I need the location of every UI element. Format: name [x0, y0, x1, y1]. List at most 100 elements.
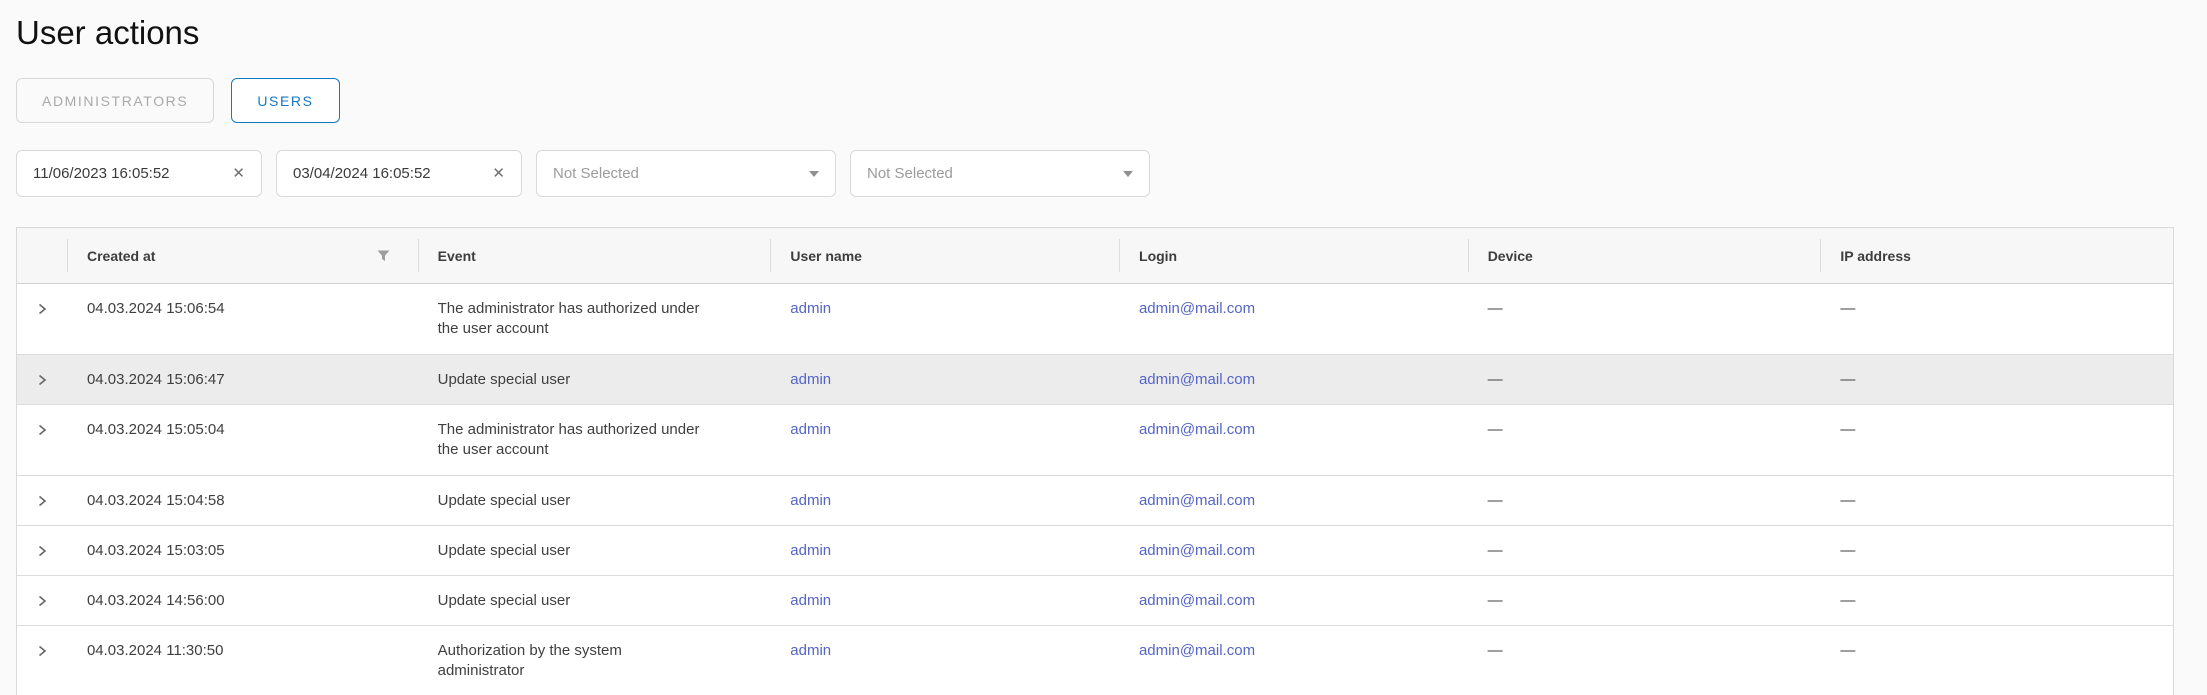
created-at-cell: 04.03.2024 14:56:00	[67, 576, 418, 625]
event-text: Update special user	[438, 541, 571, 561]
expand-cell	[17, 405, 67, 475]
chevron-right-icon	[35, 423, 49, 437]
ip-address-cell: —	[1820, 284, 2173, 354]
event-text: The administrator has authorized under t…	[438, 420, 708, 460]
table-row: 04.03.2024 15:03:05 Update special user …	[17, 526, 2173, 576]
event-cell: Update special user	[418, 476, 771, 525]
login-link[interactable]: admin@mail.com	[1139, 300, 1255, 317]
ip-address-cell: —	[1820, 576, 2173, 625]
created-at-cell: 04.03.2024 11:30:50	[67, 626, 418, 695]
ip-address-cell: —	[1820, 476, 2173, 525]
expand-row-button[interactable]	[31, 491, 53, 511]
table-row: 04.03.2024 15:04:58 Update special user …	[17, 476, 2173, 526]
table-row: 04.03.2024 15:05:04 The administrator ha…	[17, 405, 2173, 476]
filter-bar: 11/06/2023 16:05:52 ✕ 03/04/2024 16:05:5…	[16, 150, 2207, 197]
header-user-name: User name	[770, 228, 1119, 283]
chevron-right-icon	[35, 644, 49, 658]
device-cell: —	[1468, 526, 1821, 575]
ip-address-cell: —	[1820, 405, 2173, 475]
table-row: 04.03.2024 11:30:50 Authorization by the…	[17, 626, 2173, 695]
ip-address-cell: —	[1820, 626, 2173, 695]
chevron-right-icon	[35, 594, 49, 608]
table-row: 04.03.2024 14:56:00 Update special user …	[17, 576, 2173, 626]
expand-row-button[interactable]	[31, 541, 53, 561]
login-cell: admin@mail.com	[1119, 355, 1468, 404]
date-to-input[interactable]: 03/04/2024 16:05:52 ✕	[276, 150, 522, 197]
login-link[interactable]: admin@mail.com	[1139, 421, 1255, 438]
table-body: 04.03.2024 15:06:54 The administrator ha…	[17, 284, 2173, 695]
login-link[interactable]: admin@mail.com	[1139, 371, 1255, 388]
user-name-cell: admin	[770, 626, 1119, 695]
user-select[interactable]: Not Selected	[850, 150, 1150, 197]
event-type-select[interactable]: Not Selected	[536, 150, 836, 197]
expand-cell	[17, 284, 67, 354]
expand-row-button[interactable]	[31, 420, 53, 440]
created-at-cell: 04.03.2024 15:03:05	[67, 526, 418, 575]
date-from-value: 11/06/2023 16:05:52	[33, 165, 224, 182]
login-link[interactable]: admin@mail.com	[1139, 642, 1255, 659]
tab-administrators[interactable]: ADMINISTRATORS	[16, 78, 214, 123]
login-cell: admin@mail.com	[1119, 405, 1468, 475]
login-cell: admin@mail.com	[1119, 284, 1468, 354]
ip-address-cell: —	[1820, 526, 2173, 575]
user-name-link[interactable]: admin	[790, 492, 831, 509]
header-device: Device	[1468, 228, 1821, 283]
clear-date-from-icon[interactable]: ✕	[224, 166, 245, 181]
login-link[interactable]: admin@mail.com	[1139, 592, 1255, 609]
chevron-down-icon	[1123, 171, 1133, 177]
device-cell: —	[1468, 405, 1821, 475]
date-to-value: 03/04/2024 16:05:52	[293, 165, 484, 182]
user-name-link[interactable]: admin	[790, 592, 831, 609]
login-link[interactable]: admin@mail.com	[1139, 492, 1255, 509]
event-cell: The administrator has authorized under t…	[418, 405, 771, 475]
table-header: Created at Event User name Login Device …	[17, 228, 2173, 284]
user-name-link[interactable]: admin	[790, 642, 831, 659]
created-at-cell: 04.03.2024 15:06:47	[67, 355, 418, 404]
user-name-cell: admin	[770, 284, 1119, 354]
expand-row-button[interactable]	[31, 641, 53, 661]
date-from-input[interactable]: 11/06/2023 16:05:52 ✕	[16, 150, 262, 197]
expand-cell	[17, 626, 67, 695]
user-name-cell: admin	[770, 576, 1119, 625]
login-cell: admin@mail.com	[1119, 526, 1468, 575]
user-name-cell: admin	[770, 355, 1119, 404]
device-cell: —	[1468, 284, 1821, 354]
header-created-at-label: Created at	[87, 248, 155, 264]
expand-row-button[interactable]	[31, 370, 53, 390]
expand-cell	[17, 576, 67, 625]
login-cell: admin@mail.com	[1119, 626, 1468, 695]
user-name-link[interactable]: admin	[790, 421, 831, 438]
created-at-cell: 04.03.2024 15:06:54	[67, 284, 418, 354]
expand-cell	[17, 476, 67, 525]
login-link[interactable]: admin@mail.com	[1139, 542, 1255, 559]
filter-funnel-icon[interactable]	[377, 250, 390, 262]
event-cell: Update special user	[418, 526, 771, 575]
created-at-cell: 04.03.2024 15:05:04	[67, 405, 418, 475]
user-name-cell: admin	[770, 476, 1119, 525]
event-cell: Authorization by the system administrato…	[418, 626, 771, 695]
created-at-cell: 04.03.2024 15:04:58	[67, 476, 418, 525]
event-cell: Update special user	[418, 355, 771, 404]
header-login: Login	[1119, 228, 1468, 283]
header-event: Event	[418, 228, 771, 283]
expand-row-button[interactable]	[31, 299, 53, 319]
clear-date-to-icon[interactable]: ✕	[484, 166, 505, 181]
device-cell: —	[1468, 626, 1821, 695]
device-cell: —	[1468, 355, 1821, 404]
user-name-cell: admin	[770, 405, 1119, 475]
user-name-link[interactable]: admin	[790, 542, 831, 559]
chevron-right-icon	[35, 494, 49, 508]
tab-group: ADMINISTRATORS USERS	[16, 78, 2207, 123]
device-cell: —	[1468, 576, 1821, 625]
user-actions-table: Created at Event User name Login Device …	[16, 227, 2174, 695]
header-created-at: Created at	[67, 228, 418, 283]
tab-users[interactable]: USERS	[231, 78, 339, 123]
expand-row-button[interactable]	[31, 591, 53, 611]
user-name-link[interactable]: admin	[790, 371, 831, 388]
event-text: Authorization by the system administrato…	[438, 641, 708, 681]
user-select-value: Not Selected	[867, 165, 1123, 182]
expand-cell	[17, 355, 67, 404]
event-text: Update special user	[438, 591, 571, 611]
header-ip-address: IP address	[1820, 228, 2173, 283]
user-name-link[interactable]: admin	[790, 300, 831, 317]
